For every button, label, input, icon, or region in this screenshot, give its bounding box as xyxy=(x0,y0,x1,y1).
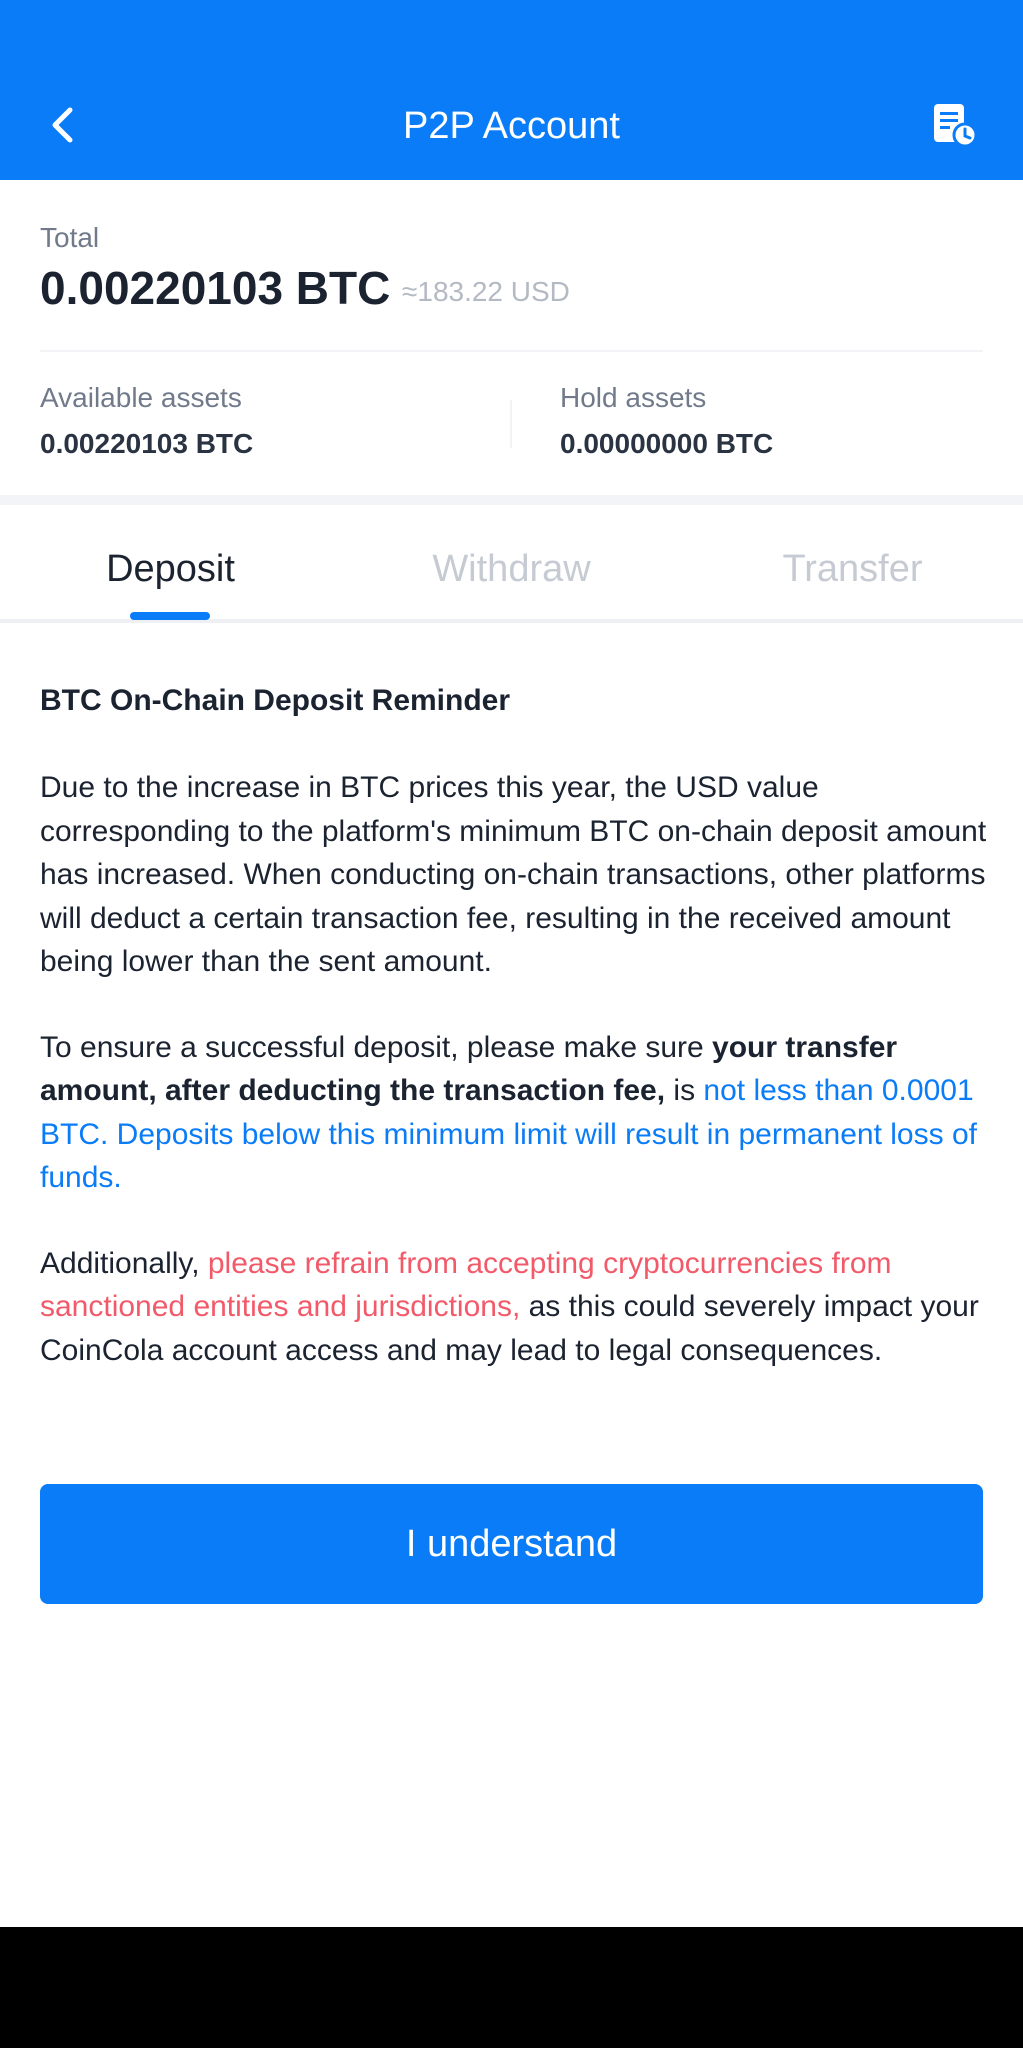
total-label: Total xyxy=(40,222,100,253)
available-assets-label: Available assets xyxy=(40,382,242,413)
available-assets-value: 0.00220103 BTC xyxy=(40,428,254,459)
divider xyxy=(40,350,983,352)
tab-deposit[interactable]: Deposit xyxy=(0,541,341,597)
account-summary: Total 0.00220103 BTC ≈183.22 USD Availab… xyxy=(0,180,1023,495)
notice-text: To ensure a successful deposit, please m… xyxy=(40,1030,713,1064)
hold-assets-value: 0.00000000 BTC xyxy=(560,428,774,459)
notice-text: Additionally, xyxy=(40,1246,208,1280)
app-bar: P2P Account xyxy=(0,0,1023,180)
tab-withdraw[interactable]: Withdraw xyxy=(341,541,682,597)
page-title: P2P Account xyxy=(403,105,620,147)
divider xyxy=(510,400,512,448)
active-tab-indicator xyxy=(130,612,210,620)
total-usd-value: ≈183.22 USD xyxy=(402,276,570,307)
total-amount: 0.00220103 BTC xyxy=(40,262,391,314)
tab-bar: Deposit Withdraw Transfer xyxy=(0,505,1023,623)
hold-assets-label: Hold assets xyxy=(560,382,707,413)
deposit-notice: BTC On-Chain Deposit Reminder Due to the… xyxy=(40,680,990,1372)
notice-text: is xyxy=(665,1074,704,1107)
notice-title: BTC On-Chain Deposit Reminder xyxy=(40,684,511,717)
section-separator xyxy=(0,495,1023,505)
system-navigation-bar xyxy=(0,1927,1023,2048)
notice-paragraph: Due to the increase in BTC prices this y… xyxy=(40,771,987,978)
i-understand-button[interactable]: I understand xyxy=(40,1484,983,1604)
document-clock-icon xyxy=(934,104,978,148)
history-button[interactable] xyxy=(929,100,981,150)
notice-paragraph: Additionally, please refrain from accept… xyxy=(40,1242,990,1373)
notice-paragraph: To ensure a successful deposit, please m… xyxy=(40,1026,990,1200)
tab-transfer[interactable]: Transfer xyxy=(682,541,1023,597)
